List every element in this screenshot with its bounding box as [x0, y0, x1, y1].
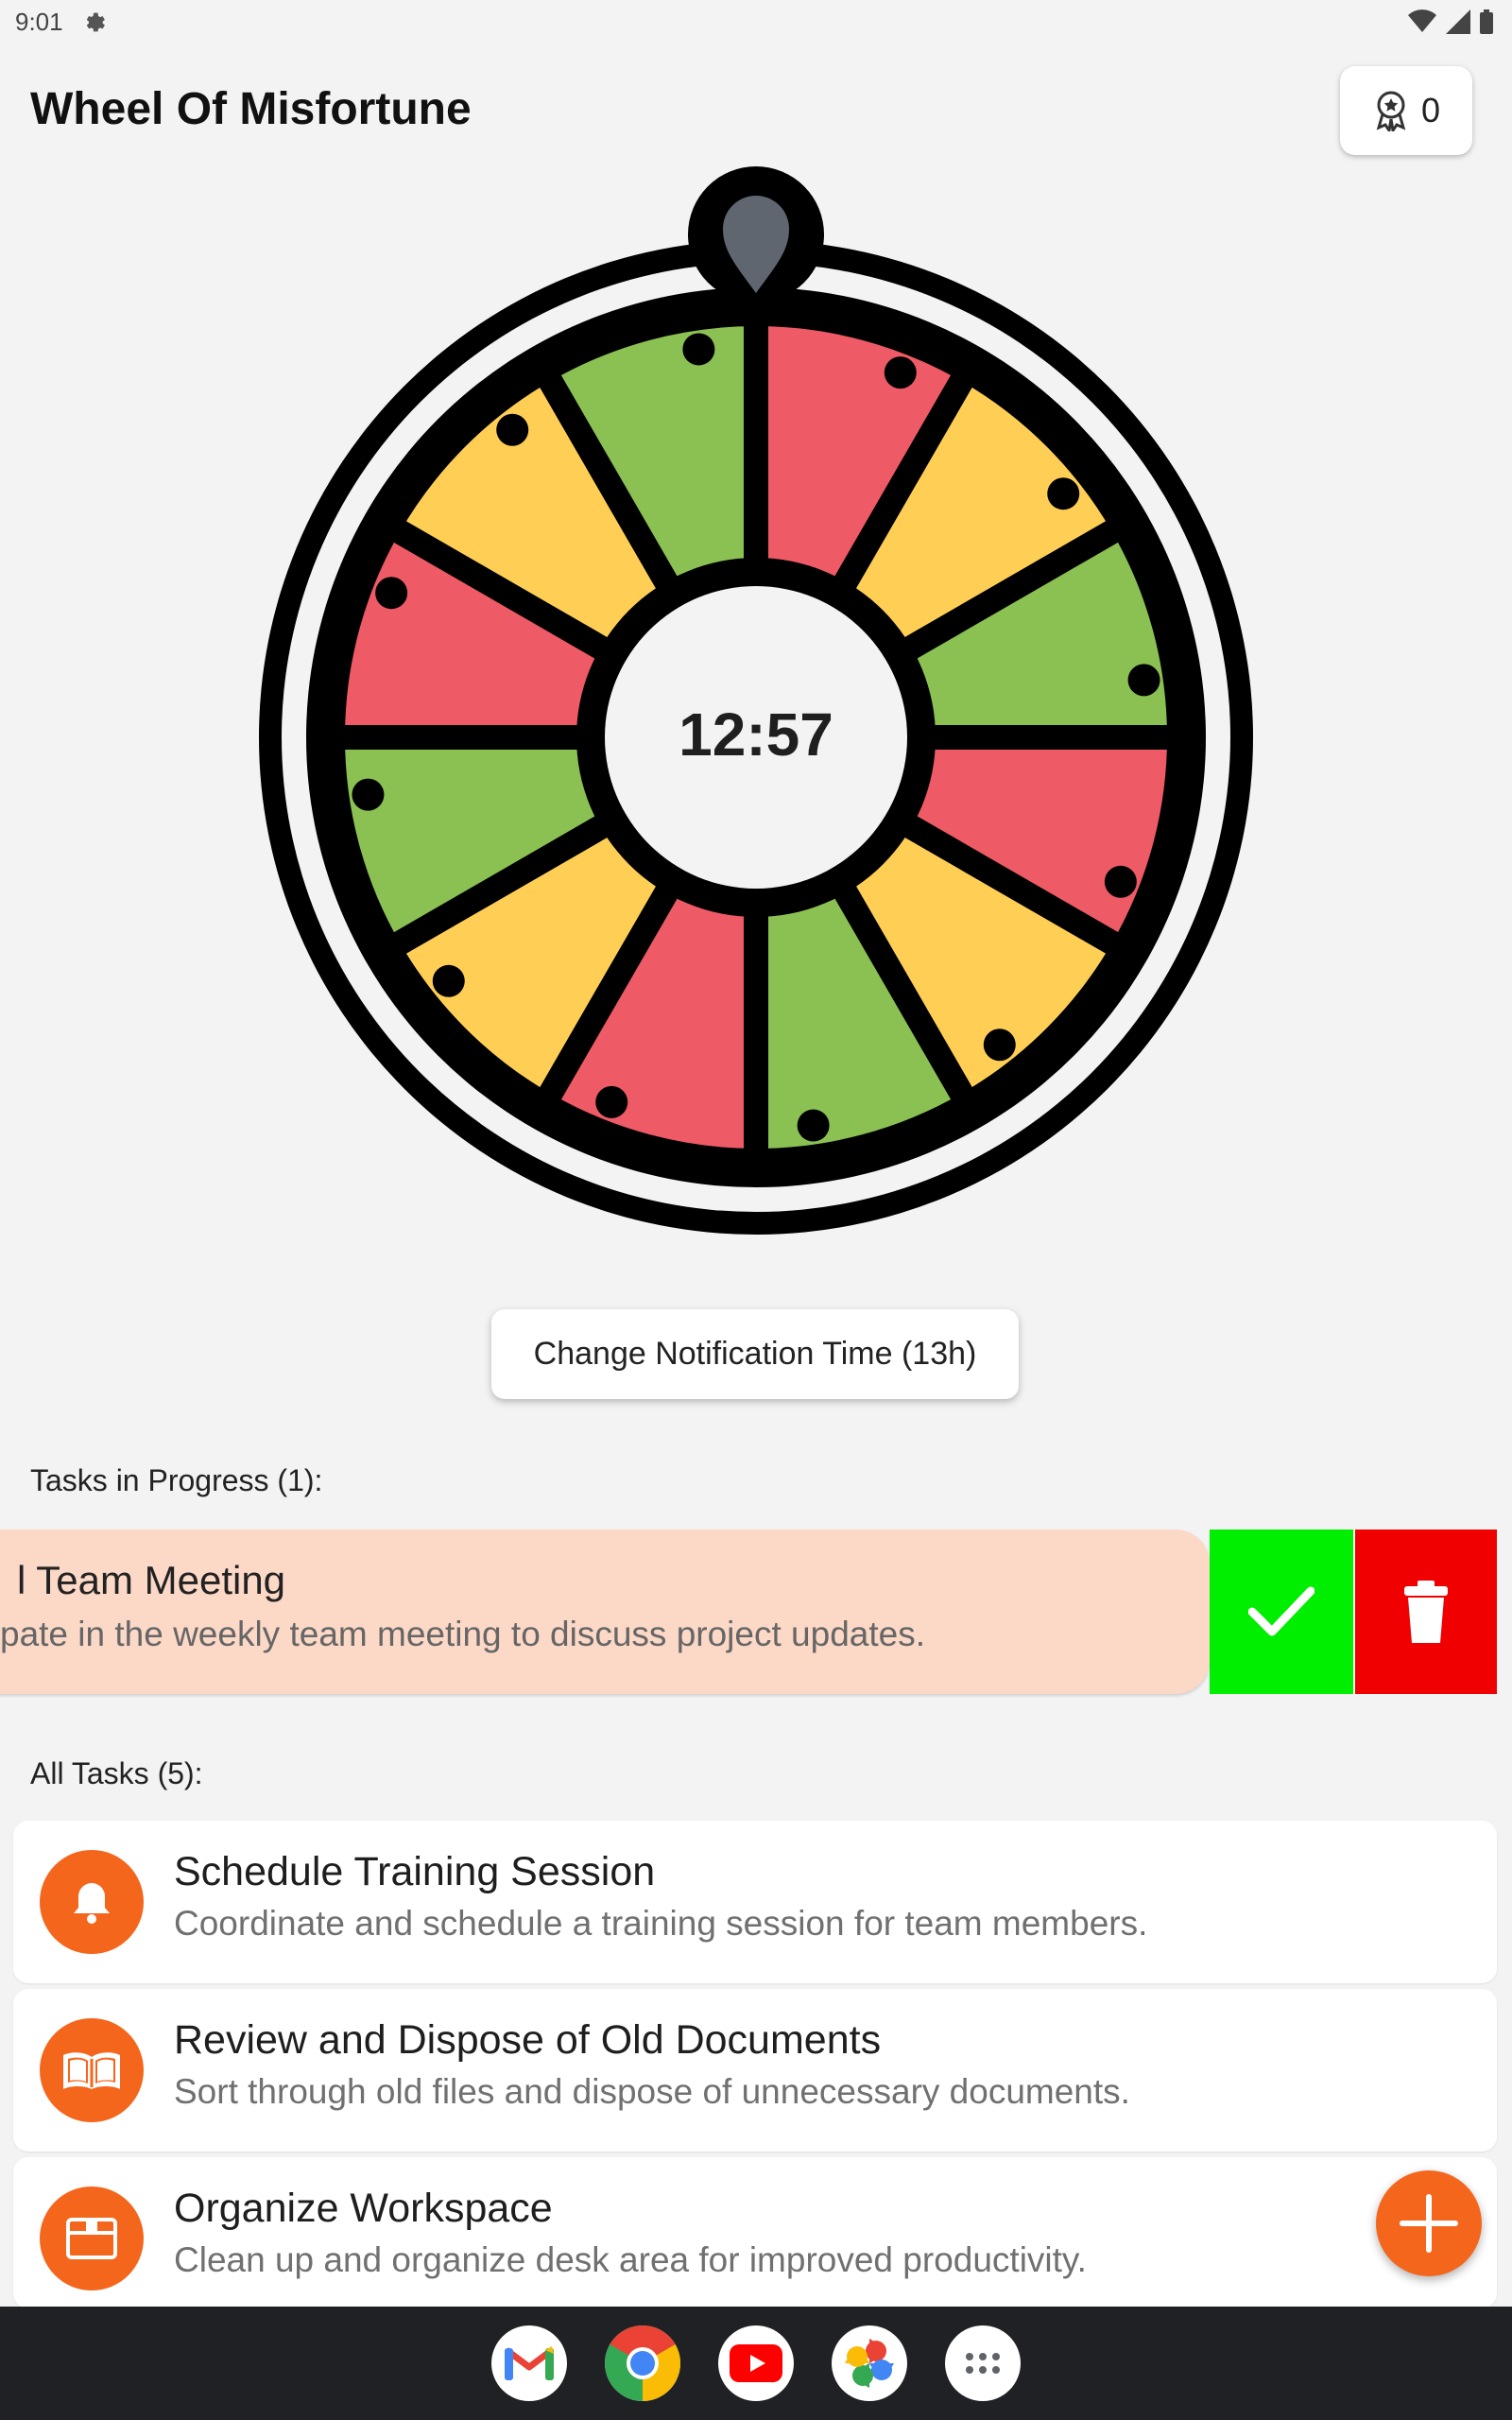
bell-icon	[74, 1883, 110, 1924]
achievement-count: 0	[1420, 91, 1441, 130]
wheel-peg	[983, 1028, 1016, 1062]
task-title: Schedule Training Session	[174, 1849, 656, 1894]
wheel-pointer	[688, 166, 824, 302]
in-progress-task-title: l Team Meeting	[17, 1558, 286, 1602]
box-icon	[66, 2218, 117, 2259]
add-task-button[interactable]	[1376, 2170, 1482, 2276]
wheel-peg	[797, 1109, 830, 1142]
change-notification-time-button[interactable]: Change Notification Time (13h)	[491, 1309, 1019, 1399]
wheel-peg	[595, 1085, 628, 1118]
task-description: Sort through old files and dispose of un…	[174, 2072, 1130, 2111]
youtube-icon	[730, 2344, 782, 2382]
battery-icon	[1480, 9, 1493, 34]
cell-signal-icon	[1446, 9, 1470, 34]
wheel-peg	[375, 577, 408, 610]
status-time: 9:01	[15, 8, 63, 36]
photos-icon	[845, 2339, 894, 2388]
chrome-icon	[605, 2325, 680, 2401]
settings-gear-icon	[86, 12, 105, 32]
wheel-peg	[352, 778, 385, 811]
wheel-peg	[1127, 664, 1160, 697]
wifi-icon	[1408, 9, 1436, 32]
task-icon-container	[40, 1850, 144, 1954]
all-tasks-label: All Tasks (5):	[30, 1756, 203, 1790]
task-icon-container	[40, 2018, 144, 2122]
task-item[interactable]: Review and Dispose of Old Documents Sort…	[13, 1989, 1497, 2152]
tasks-in-progress-label: Tasks in Progress (1):	[30, 1463, 323, 1497]
status-icons	[1408, 9, 1493, 34]
in-progress-task-card[interactable]	[0, 1530, 1210, 1694]
wheel-peg	[496, 413, 529, 446]
delete-task-button[interactable]	[1355, 1530, 1497, 1694]
wheel-peg	[1104, 865, 1137, 898]
task-title: Review and Dispose of Old Documents	[174, 2017, 882, 2063]
task-description: Clean up and organize desk area for impr…	[174, 2240, 1087, 2279]
task-item[interactable]: Schedule Training Session Coordinate and…	[13, 1821, 1497, 1983]
plus-icon	[1400, 2194, 1458, 2253]
task-title: Organize Workspace	[174, 2186, 553, 2231]
trash-icon	[1404, 1581, 1448, 1643]
wheel-peg	[432, 964, 465, 997]
gmail-icon	[505, 2346, 554, 2380]
book-icon	[63, 2052, 120, 2089]
task-item[interactable]: Organize Workspace Clean up and organize…	[13, 2157, 1497, 2308]
wheel-peg	[682, 333, 715, 366]
checkmark-icon	[1248, 1586, 1314, 1636]
photos-app[interactable]	[832, 2325, 907, 2401]
task-description: Coordinate and schedule a training sessi…	[174, 1904, 1148, 1943]
app-drawer[interactable]	[945, 2325, 1021, 2401]
gmail-app[interactable]	[491, 2325, 567, 2401]
app-title: Wheel Of Misfortune	[30, 84, 472, 134]
youtube-app[interactable]	[718, 2325, 794, 2401]
wheel-peg	[1047, 477, 1080, 510]
task-icon-container	[40, 2187, 144, 2290]
wheel-center-time: 12:57	[679, 700, 833, 769]
app-drawer-icon	[966, 2353, 1000, 2374]
achievements-button[interactable]: 0	[1340, 66, 1472, 155]
award-ribbon-icon	[1376, 91, 1406, 131]
wheel-peg	[884, 356, 917, 389]
complete-task-button[interactable]	[1210, 1530, 1353, 1694]
in-progress-task-description: pate in the weekly team meeting to discu…	[0, 1615, 925, 1653]
chrome-app[interactable]	[605, 2325, 680, 2401]
status-bar	[0, 0, 1512, 45]
